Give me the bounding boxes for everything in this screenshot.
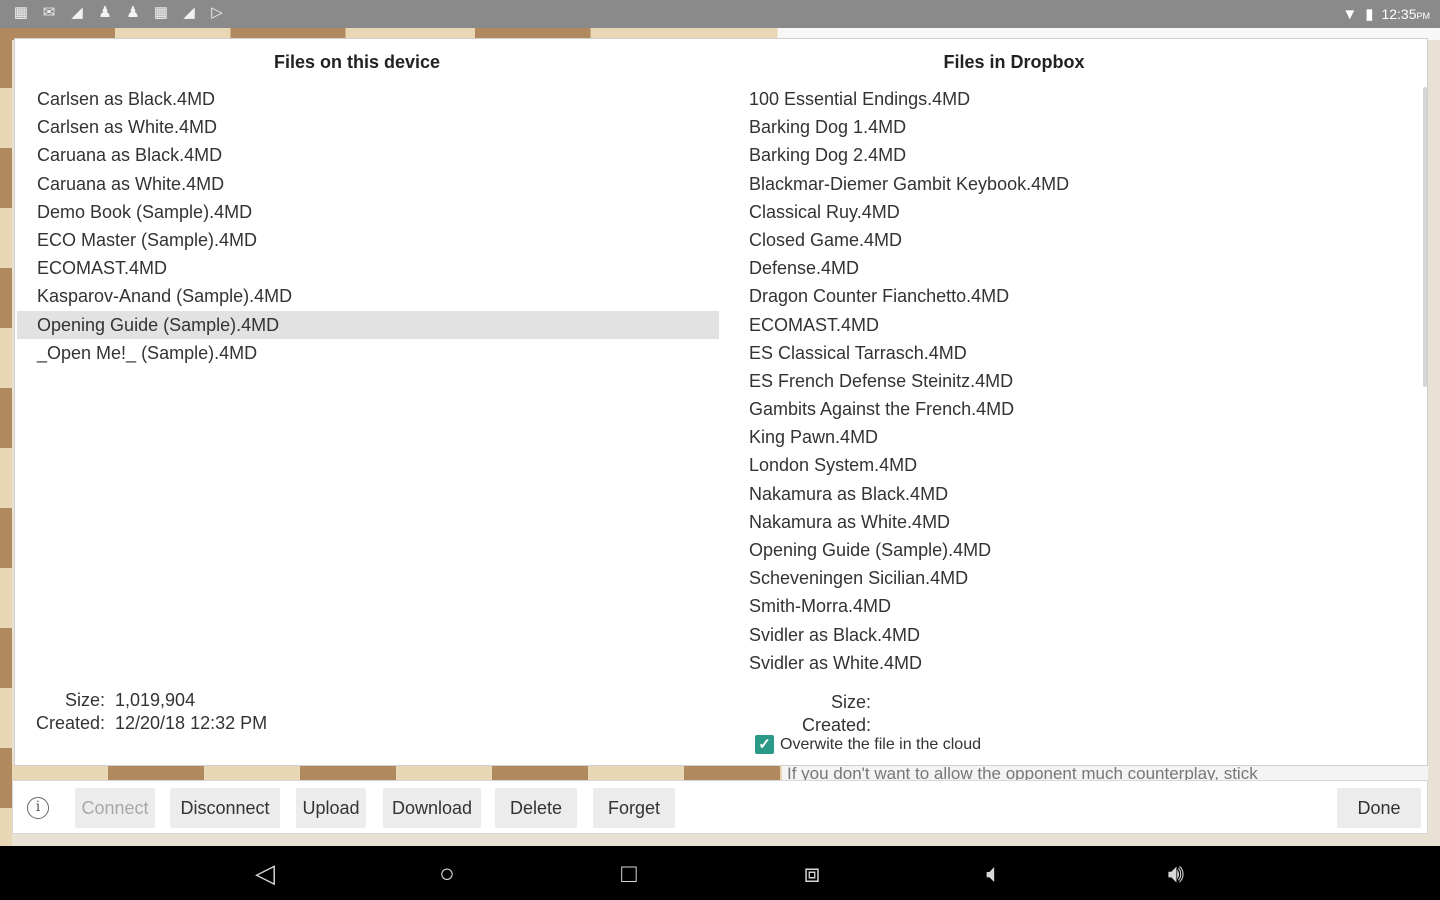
info-icon[interactable]: i: [27, 797, 49, 819]
system-status: ▼ ▮ 12:35PM: [1342, 5, 1430, 24]
file-list-item[interactable]: Nakamura as White.4MD: [747, 508, 1407, 536]
file-list-item[interactable]: Opening Guide (Sample).4MD: [747, 536, 1407, 564]
volume-up-icon[interactable]: 🔊︎: [1156, 858, 1196, 888]
overwrite-checkbox[interactable]: ✓: [755, 735, 774, 754]
file-list-item[interactable]: Smith-Morra.4MD: [747, 592, 1407, 620]
file-list-item[interactable]: Defense.4MD: [747, 254, 1407, 282]
file-list-item[interactable]: ES French Defense Steinitz.4MD: [747, 367, 1407, 395]
file-list-item[interactable]: Blackmar-Diemer Gambit Keybook.4MD: [747, 170, 1407, 198]
file-list-item[interactable]: Scheveningen Sicilian.4MD: [747, 564, 1407, 592]
notification-icons: ▦ ✉ ◢ ♟ ♟ ▦ ◢ ▷: [12, 5, 226, 21]
play-store-icon: ▷: [211, 4, 223, 21]
screenshot-icon[interactable]: ⧈: [792, 858, 832, 888]
forget-button[interactable]: Forget: [593, 788, 675, 828]
file-list-item[interactable]: Barking Dog 1.4MD: [747, 113, 1407, 141]
file-list-item[interactable]: Barking Dog 2.4MD: [747, 141, 1407, 169]
file-list-item[interactable]: ES Classical Tarrasch.4MD: [747, 339, 1407, 367]
done-button[interactable]: Done: [1337, 788, 1421, 828]
size-label: Size:: [64, 690, 105, 710]
file-list-item[interactable]: Svidler as Black.4MD: [747, 621, 1407, 649]
file-list-item[interactable]: Caruana as White.4MD: [17, 170, 719, 198]
home-icon[interactable]: ○: [432, 858, 462, 888]
file-list-item[interactable]: Demo Book (Sample).4MD: [17, 198, 719, 226]
chessboard-background-edge: [0, 28, 12, 848]
file-list-item[interactable]: Carlsen as White.4MD: [17, 113, 719, 141]
dropbox-files-panel: Files in Dropbox 100 Essential Endings.4…: [719, 39, 1429, 767]
size-value: 1,019,904: [115, 690, 196, 710]
volume-down-icon[interactable]: 🔈︎: [974, 858, 1014, 888]
file-list-item[interactable]: Carlsen as Black.4MD: [17, 85, 719, 113]
file-list-item[interactable]: London System.4MD: [747, 451, 1407, 479]
local-file-list: Carlsen as Black.4MD Carlsen as White.4MD…: [17, 85, 719, 367]
wifi-icon: ▼: [1342, 5, 1358, 23]
connect-button[interactable]: Connect: [75, 788, 155, 828]
local-files-title: Files on this device: [273, 52, 441, 72]
clock: 12:35PM: [1381, 6, 1430, 22]
system-nav-bar: ◁ ○ □ ⧈ 🔈︎ 🔊︎: [0, 846, 1440, 900]
file-list-item[interactable]: Svidler as White.4MD: [747, 649, 1407, 677]
back-icon[interactable]: ◁: [250, 858, 280, 888]
calendar-icon: ▦: [13, 4, 29, 21]
dropbox-file-info: Size: Created:: [785, 691, 871, 737]
file-list-item[interactable]: ECO Master (Sample).4MD: [17, 226, 719, 254]
recents-icon[interactable]: □: [614, 858, 644, 888]
download-button[interactable]: Download: [383, 788, 481, 828]
dropbox-file-list: 100 Essential Endings.4MD Barking Dog 1.4…: [747, 85, 1407, 677]
dropbox-files-title: Files in Dropbox: [943, 52, 1085, 72]
overwrite-option[interactable]: ✓ Overwite the file in the cloud: [755, 735, 981, 754]
file-list-item[interactable]: ECOMAST.4MD: [747, 311, 1407, 339]
signal-icon: ◢: [183, 4, 195, 21]
local-file-info: Size: 1,019,904 Created: 12/20/18 12:32 PM: [25, 689, 267, 735]
pawn-icon: ♟: [126, 4, 140, 21]
file-list-item[interactable]: ECOMAST.4MD: [17, 254, 719, 282]
created-label: Created:: [801, 715, 871, 735]
file-list-item[interactable]: Kasparov-Anand (Sample).4MD: [17, 282, 719, 310]
action-toolbar: i Connect Disconnect Upload Download Del…: [12, 780, 1428, 834]
file-list-item[interactable]: King Pawn.4MD: [747, 423, 1407, 451]
local-files-panel: Files on this device Carlsen as Black.4M…: [15, 39, 719, 767]
created-label: Created:: [35, 713, 105, 733]
file-list-item[interactable]: 100 Essential Endings.4MD: [747, 85, 1407, 113]
signal-icon: ◢: [71, 4, 83, 21]
file-list-item[interactable]: Classical Ruy.4MD: [747, 198, 1407, 226]
created-value: 12/20/18 12:32 PM: [115, 713, 268, 733]
disconnect-button[interactable]: Disconnect: [170, 788, 280, 828]
file-list-item[interactable]: Opening Guide (Sample).4MD: [17, 310, 719, 339]
file-list-item[interactable]: Nakamura as Black.4MD: [747, 480, 1407, 508]
status-bar: ▦ ✉ ◢ ♟ ♟ ▦ ◢ ▷ ▼ ▮ 12:35PM: [0, 0, 1440, 28]
delete-button[interactable]: Delete: [495, 788, 577, 828]
battery-icon: ▮: [1365, 6, 1374, 23]
mail-icon: ✉: [42, 4, 56, 21]
file-list-item[interactable]: Dragon Counter Fianchetto.4MD: [747, 282, 1407, 310]
dropbox-sync-dialog: Files on this device Carlsen as Black.4M…: [14, 38, 1428, 766]
file-list-item[interactable]: Gambits Against the French.4MD: [747, 395, 1407, 423]
pawn-icon: ♟: [98, 4, 112, 21]
file-list-item[interactable]: _Open Me!_ (Sample).4MD: [17, 339, 719, 367]
calendar-icon: ▦: [153, 4, 169, 21]
file-list-item[interactable]: Caruana as Black.4MD: [17, 141, 719, 169]
overwrite-label: Overwite the file in the cloud: [780, 735, 981, 753]
size-label: Size:: [830, 692, 871, 712]
upload-button[interactable]: Upload: [296, 788, 366, 828]
file-list-item[interactable]: Closed Game.4MD: [747, 226, 1407, 254]
dropbox-list-scrollbar[interactable]: [1423, 87, 1427, 387]
